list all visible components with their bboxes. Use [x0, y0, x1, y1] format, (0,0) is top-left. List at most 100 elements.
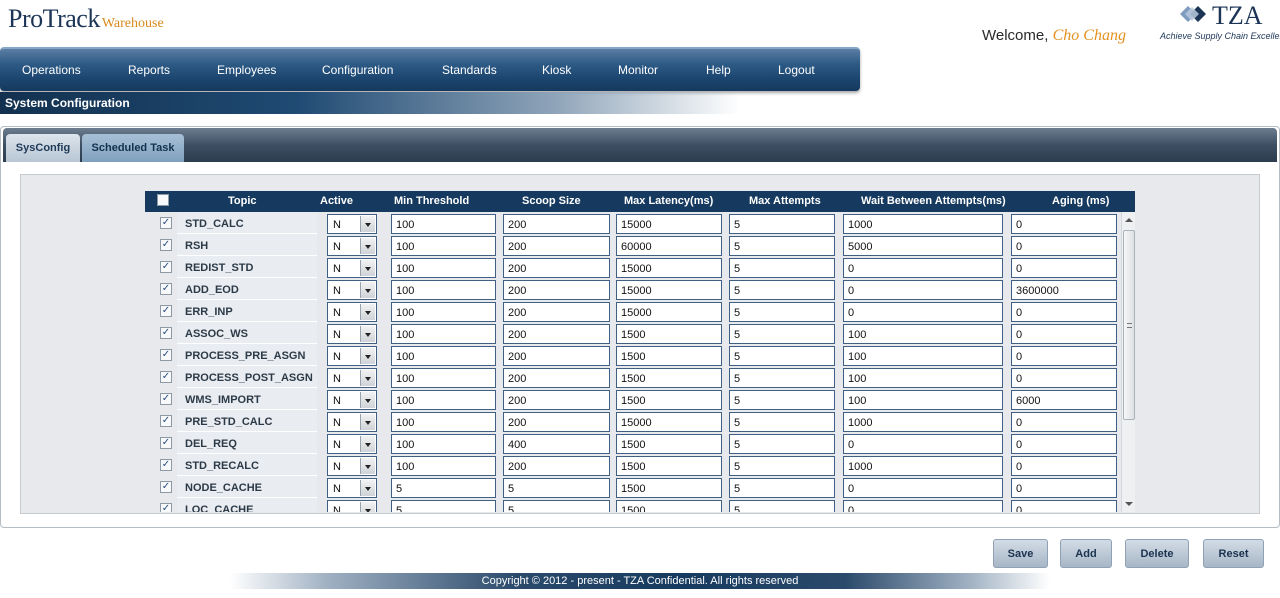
- min-threshold-input[interactable]: 100: [391, 236, 496, 256]
- scroll-thumb[interactable]: [1123, 230, 1135, 420]
- aging-input[interactable]: 0: [1011, 368, 1117, 388]
- aging-input[interactable]: 0: [1011, 434, 1117, 454]
- min-threshold-input[interactable]: 100: [391, 346, 496, 366]
- aging-input[interactable]: 0: [1011, 412, 1117, 432]
- row-checkbox[interactable]: ✓: [160, 415, 172, 427]
- max-latency-input[interactable]: 60000: [616, 236, 722, 256]
- active-select[interactable]: N: [327, 478, 377, 498]
- add-button[interactable]: Add: [1060, 539, 1112, 568]
- max-attempts-input[interactable]: 5: [729, 500, 835, 512]
- chevron-down-icon[interactable]: [360, 458, 375, 474]
- max-latency-input[interactable]: 15000: [616, 214, 722, 234]
- wait-between-input[interactable]: 5000: [843, 236, 1003, 256]
- nav-standards[interactable]: Standards: [442, 63, 497, 77]
- wait-between-input[interactable]: 1000: [843, 214, 1003, 234]
- max-latency-input[interactable]: 1500: [616, 346, 722, 366]
- max-latency-input[interactable]: 15000: [616, 280, 722, 300]
- active-select[interactable]: N: [327, 412, 377, 432]
- wait-between-input[interactable]: 0: [843, 258, 1003, 278]
- chevron-down-icon[interactable]: [360, 370, 375, 386]
- row-checkbox[interactable]: ✓: [160, 371, 172, 383]
- active-select[interactable]: N: [327, 434, 377, 454]
- chevron-down-icon[interactable]: [360, 502, 375, 512]
- max-attempts-input[interactable]: 5: [729, 368, 835, 388]
- tab-sysconfig[interactable]: SysConfig: [6, 134, 80, 162]
- aging-input[interactable]: 0: [1011, 214, 1117, 234]
- nav-logout[interactable]: Logout: [778, 63, 815, 77]
- row-checkbox[interactable]: ✓: [160, 349, 172, 361]
- max-attempts-input[interactable]: 5: [729, 478, 835, 498]
- row-checkbox[interactable]: ✓: [160, 437, 172, 449]
- scoop-size-input[interactable]: 200: [503, 346, 610, 366]
- active-select[interactable]: N: [327, 368, 377, 388]
- max-latency-input[interactable]: 1500: [616, 324, 722, 344]
- min-threshold-input[interactable]: 100: [391, 302, 496, 322]
- scroll-down-icon[interactable]: [1125, 502, 1133, 506]
- wait-between-input[interactable]: 1000: [843, 456, 1003, 476]
- min-threshold-input[interactable]: 100: [391, 280, 496, 300]
- chevron-down-icon[interactable]: [360, 414, 375, 430]
- max-latency-input[interactable]: 15000: [616, 258, 722, 278]
- chevron-down-icon[interactable]: [360, 216, 375, 232]
- max-attempts-input[interactable]: 5: [729, 302, 835, 322]
- active-select[interactable]: N: [327, 214, 377, 234]
- active-select[interactable]: N: [327, 302, 377, 322]
- chevron-down-icon[interactable]: [360, 480, 375, 496]
- scoop-size-input[interactable]: 200: [503, 368, 610, 388]
- max-attempts-input[interactable]: 5: [729, 214, 835, 234]
- aging-input[interactable]: 3600000: [1011, 280, 1117, 300]
- min-threshold-input[interactable]: 100: [391, 214, 496, 234]
- scoop-size-input[interactable]: 200: [503, 324, 610, 344]
- scoop-size-input[interactable]: 200: [503, 280, 610, 300]
- active-select[interactable]: N: [327, 236, 377, 256]
- max-attempts-input[interactable]: 5: [729, 390, 835, 410]
- aging-input[interactable]: 0: [1011, 302, 1117, 322]
- aging-input[interactable]: 0: [1011, 478, 1117, 498]
- nav-help[interactable]: Help: [706, 63, 731, 77]
- active-select[interactable]: N: [327, 500, 377, 512]
- row-checkbox[interactable]: ✓: [160, 481, 172, 493]
- scoop-size-input[interactable]: 200: [503, 456, 610, 476]
- chevron-down-icon[interactable]: [360, 304, 375, 320]
- active-select[interactable]: N: [327, 456, 377, 476]
- chevron-down-icon[interactable]: [360, 238, 375, 254]
- aging-input[interactable]: 0: [1011, 500, 1117, 512]
- active-select[interactable]: N: [327, 390, 377, 410]
- max-latency-input[interactable]: 1500: [616, 456, 722, 476]
- max-attempts-input[interactable]: 5: [729, 346, 835, 366]
- max-attempts-input[interactable]: 5: [729, 324, 835, 344]
- max-latency-input[interactable]: 1500: [616, 434, 722, 454]
- chevron-down-icon[interactable]: [360, 348, 375, 364]
- wait-between-input[interactable]: 0: [843, 500, 1003, 512]
- row-checkbox[interactable]: ✓: [160, 459, 172, 471]
- scoop-size-input[interactable]: 400: [503, 434, 610, 454]
- select-all-checkbox[interactable]: [157, 194, 169, 206]
- min-threshold-input[interactable]: 100: [391, 412, 496, 432]
- scoop-size-input[interactable]: 200: [503, 258, 610, 278]
- row-checkbox[interactable]: ✓: [160, 305, 172, 317]
- nav-kiosk[interactable]: Kiosk: [542, 63, 571, 77]
- wait-between-input[interactable]: 100: [843, 368, 1003, 388]
- scoop-size-input[interactable]: 200: [503, 236, 610, 256]
- row-checkbox[interactable]: ✓: [160, 261, 172, 273]
- wait-between-input[interactable]: 100: [843, 390, 1003, 410]
- min-threshold-input[interactable]: 100: [391, 324, 496, 344]
- min-threshold-input[interactable]: 100: [391, 368, 496, 388]
- active-select[interactable]: N: [327, 346, 377, 366]
- chevron-down-icon[interactable]: [360, 436, 375, 452]
- scoop-size-input[interactable]: 200: [503, 390, 610, 410]
- max-attempts-input[interactable]: 5: [729, 412, 835, 432]
- nav-monitor[interactable]: Monitor: [618, 63, 658, 77]
- scoop-size-input[interactable]: 200: [503, 214, 610, 234]
- reset-button[interactable]: Reset: [1203, 539, 1264, 568]
- wait-between-input[interactable]: 0: [843, 434, 1003, 454]
- max-attempts-input[interactable]: 5: [729, 236, 835, 256]
- aging-input[interactable]: 0: [1011, 236, 1117, 256]
- wait-between-input[interactable]: 100: [843, 324, 1003, 344]
- scoop-size-input[interactable]: 200: [503, 412, 610, 432]
- max-latency-input[interactable]: 1500: [616, 500, 722, 512]
- scroll-up-icon[interactable]: [1125, 218, 1133, 222]
- aging-input[interactable]: 0: [1011, 346, 1117, 366]
- wait-between-input[interactable]: 100: [843, 346, 1003, 366]
- min-threshold-input[interactable]: 100: [391, 456, 496, 476]
